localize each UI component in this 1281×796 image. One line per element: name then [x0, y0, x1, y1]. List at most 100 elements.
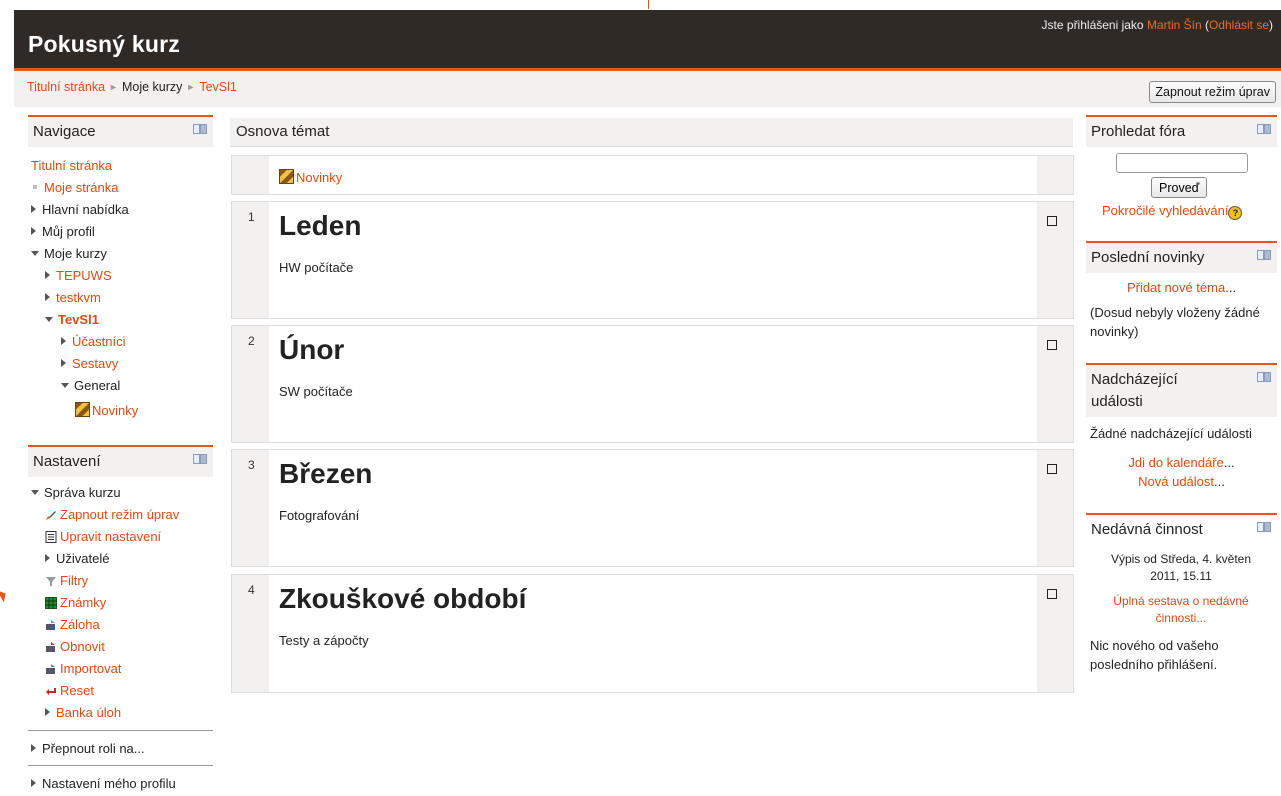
search-forums-input[interactable]	[1116, 153, 1248, 173]
import-icon	[45, 663, 57, 675]
calendar: Jdi do kalendáře...	[1086, 453, 1277, 472]
highlight-checkbox[interactable]	[1047, 216, 1057, 226]
highlight-checkbox[interactable]	[1047, 464, 1057, 474]
nav-my-courses[interactable]: Moje kurzy	[44, 246, 107, 261]
logout-close: )	[1269, 18, 1273, 32]
recent-activity-header: Nedávná činnost	[1086, 513, 1277, 545]
dock-icon[interactable]	[193, 124, 207, 134]
breadcrumb-home[interactable]: Titulní stránka	[27, 80, 105, 94]
nav-my-profile[interactable]: Můj profil	[42, 224, 95, 239]
settings-switch-role[interactable]: Přepnout roli na...	[42, 741, 145, 756]
collapse-icon[interactable]	[31, 251, 39, 256]
add-topic-link[interactable]: Přidat nové téma	[1127, 280, 1225, 295]
dock-icon[interactable]	[193, 454, 207, 464]
nav-course-tevsl1[interactable]: TevSl1	[58, 312, 99, 327]
expand-icon[interactable]	[61, 337, 66, 345]
latest-news-block: Poslední novinky Přidat nové téma... (Do…	[1086, 241, 1277, 346]
nav-main-menu[interactable]: Hlavní nabídka	[42, 202, 129, 217]
dock-icon[interactable]	[1257, 372, 1271, 382]
full-report-link[interactable]: Úplná sestava o nedávné činnosti...	[1113, 594, 1248, 625]
expand-icon[interactable]	[45, 554, 50, 562]
highlight-checkbox[interactable]	[1047, 589, 1057, 599]
breadcrumb-separator: ►	[109, 82, 118, 92]
navbar: Titulní stránka ► Moje kurzy ► TevSl1 Zapnou…	[14, 71, 1281, 107]
full-report: Úplná sestava o nedávné činnosti...	[1096, 593, 1266, 627]
grades-icon	[45, 597, 57, 609]
section-summary: HW počítače	[279, 260, 354, 275]
expand-icon[interactable]	[31, 227, 36, 235]
settings-grades[interactable]: Známky	[60, 595, 106, 610]
expand-icon[interactable]	[45, 271, 50, 279]
expand-icon[interactable]	[45, 708, 50, 716]
recent-activity-title: Nedávná činnost	[1091, 521, 1203, 538]
filter-icon	[45, 575, 57, 587]
divider	[28, 730, 213, 731]
settings-users[interactable]: Uživatelé	[56, 551, 109, 566]
collapse-icon[interactable]	[45, 317, 53, 322]
backup-icon	[45, 619, 57, 631]
restore-icon	[45, 641, 57, 653]
section-4: 4 Zkouškové období Testy a zápočty	[231, 574, 1074, 693]
nav-news[interactable]: Novinky	[92, 403, 138, 418]
nav-participants[interactable]: Účastníci	[72, 334, 125, 349]
calendar-link[interactable]: Jdi do kalendáře	[1128, 455, 1223, 470]
expand-icon[interactable]	[61, 359, 66, 367]
bullet-icon	[33, 185, 37, 189]
settings-filters[interactable]: Filtry	[60, 573, 88, 588]
settings-edit-settings[interactable]: Upravit nastavení	[60, 529, 161, 544]
edit-mode-button[interactable]: Zapnout režim úprav	[1149, 81, 1276, 103]
settings-backup[interactable]: Záloha	[60, 617, 100, 632]
help-icon[interactable]: ?	[1228, 206, 1243, 220]
new-event-ellipsis: ...	[1214, 474, 1225, 489]
settings-edit-mode[interactable]: Zapnout režim úprav	[60, 507, 179, 522]
login-info: Jste přihlášeni jako Martin Šín (Odhlási…	[1042, 18, 1273, 32]
nav-reports[interactable]: Sestavy	[72, 356, 118, 371]
settings-import[interactable]: Importovat	[60, 661, 121, 676]
section-summary: SW počítače	[279, 384, 353, 399]
settings-course-admin[interactable]: Správa kurzu	[44, 485, 121, 500]
nav-general[interactable]: General	[74, 378, 120, 393]
navigation-block: Navigace Titulní stránka Moje stránka Hl…	[28, 115, 213, 435]
left-edge-marker	[0, 587, 10, 603]
section-title: Únor	[279, 334, 345, 365]
highlight-checkbox[interactable]	[1047, 340, 1057, 350]
settings-reset[interactable]: Reset	[60, 683, 94, 698]
collapse-icon[interactable]	[61, 383, 69, 388]
upcoming-events-title: Nadcházející události	[1091, 371, 1178, 410]
settings-profile[interactable]: Nastavení mého profilu	[42, 776, 176, 791]
breadcrumb-my-courses[interactable]: Moje kurzy	[122, 80, 182, 94]
expand-icon[interactable]	[31, 205, 36, 213]
settings-restore[interactable]: Obnovit	[60, 639, 105, 654]
nothing-new-text: Nic nového od vašeho posledního přihláše…	[1090, 638, 1219, 672]
no-events-text: Žádné nadcházející události	[1090, 426, 1252, 441]
nav-home[interactable]: Titulní stránka	[31, 158, 112, 173]
logout-open: (	[1201, 18, 1209, 32]
section-number: 3	[248, 458, 255, 472]
advanced-search-link[interactable]: Pokročilé vyhledávání	[1102, 203, 1228, 218]
user-name-link[interactable]: Martin Šín	[1147, 18, 1202, 32]
navigation-block-header: Navigace	[28, 115, 213, 147]
expand-icon[interactable]	[31, 779, 36, 787]
settings-doc-icon	[45, 531, 57, 543]
logout-link[interactable]: Odhlásit se	[1209, 18, 1269, 32]
breadcrumb-course[interactable]: TevSl1	[199, 80, 237, 94]
expand-icon[interactable]	[45, 293, 50, 301]
search-forums-block: Prohledat fóra Proveď Pokročilé vyhledáv…	[1086, 115, 1277, 230]
activity-since: Výpis od Středa, 4. květen 2011, 15.11	[1110, 552, 1252, 583]
main-title: Osnova témat	[236, 123, 330, 140]
upcoming-events-block: Nadcházející události Žádné nadcházející…	[1086, 363, 1277, 498]
nav-course-testkvm[interactable]: testkvm	[56, 290, 101, 305]
dock-icon[interactable]	[1257, 124, 1271, 134]
nav-course-tepuws[interactable]: TEPUWS	[56, 268, 112, 283]
dock-icon[interactable]	[1257, 250, 1271, 260]
new-event: Nová událost...	[1086, 472, 1277, 491]
expand-icon[interactable]	[31, 744, 36, 752]
nav-my-page[interactable]: Moje stránka	[44, 180, 118, 195]
settings-question-bank[interactable]: Banka úloh	[56, 705, 121, 720]
search-go-button[interactable]: Proveď	[1151, 177, 1208, 198]
dock-icon[interactable]	[1257, 522, 1271, 532]
main-news-link[interactable]: Novinky	[296, 170, 342, 185]
collapse-icon[interactable]	[31, 490, 39, 495]
add-topic-suffix: ...	[1225, 280, 1237, 295]
new-event-link[interactable]: Nová událost	[1138, 474, 1214, 489]
